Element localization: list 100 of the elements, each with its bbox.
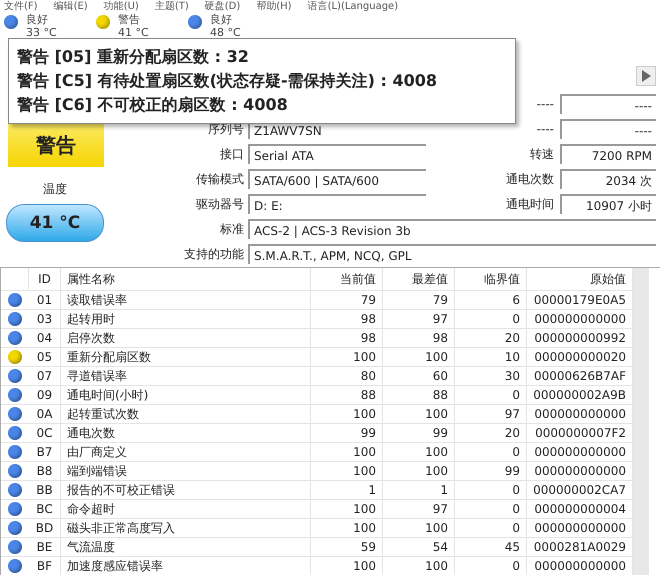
table-cell: 磁头非正常高度写入 [61, 519, 311, 537]
field-value: Z1AWV7SN [248, 119, 426, 139]
table-cell: 100 [383, 348, 455, 366]
table-cell: 30 [455, 367, 527, 385]
field-label: 转速 [529, 146, 555, 162]
table-cell: 07 [29, 367, 61, 385]
table-cell: 79 [311, 291, 383, 309]
table-cell: 100 [311, 500, 383, 518]
table-cell: 启停次数 [61, 329, 311, 347]
table-cell: 1 [383, 481, 455, 499]
table-cell: 起转用时 [61, 310, 311, 328]
field-label: ---- [536, 97, 555, 111]
next-button[interactable] [636, 66, 656, 86]
field-label: ---- [536, 122, 555, 136]
table-cell: 0C [29, 424, 61, 442]
field-value: D: E: [248, 194, 426, 214]
drive-tab[interactable]: 警告 41 °C [96, 13, 166, 41]
drive-status: 良好 [210, 13, 233, 26]
table-cell: 100 [383, 557, 455, 575]
table-cell: BB [29, 481, 61, 499]
field-label: 接口 [219, 146, 245, 162]
table-cell: B7 [29, 443, 61, 461]
temperature-label: 温度 [43, 181, 67, 198]
column-header[interactable]: 属性名称 [61, 268, 311, 290]
table-cell: BE [29, 538, 61, 556]
menu-item[interactable]: 主题(T) [154, 0, 189, 13]
table-cell: 05 [29, 348, 61, 366]
table-cell: 97 [383, 500, 455, 518]
table-cell: 100 [311, 405, 383, 423]
menu-item[interactable]: 帮助(H) [256, 0, 292, 13]
table-cell: 0 [455, 500, 527, 518]
table-cell: 端到端错误 [61, 462, 311, 480]
field-label: 标准 [219, 220, 245, 238]
field-label: 通电时间 [505, 196, 555, 212]
field-value: 10907 小时 [560, 194, 656, 214]
table-cell: 1 [311, 481, 383, 499]
table-cell: 100 [311, 519, 383, 537]
drive-status: 良好 [26, 13, 49, 26]
field-value: 7200 RPM [560, 144, 656, 164]
drive-tab[interactable]: 良好 48 °C [188, 13, 258, 41]
tooltip-line: 警告 [05] 重新分配扇区数 : 32 [17, 46, 250, 68]
drive-status: 警告 [118, 13, 141, 26]
field-value: SATA/600 | SATA/600 [248, 169, 426, 189]
temperature-badge: 41 °C [6, 204, 104, 242]
table-cell: 命令超时 [61, 500, 311, 518]
table-cell: 97 [455, 405, 527, 423]
table-cell: 100 [311, 348, 383, 366]
column-header[interactable]: 临界值 [455, 268, 527, 290]
table-cell: 10 [455, 348, 527, 366]
table-cell: 98 [311, 310, 383, 328]
table-cell: 起转重试次数 [61, 405, 311, 423]
column-header[interactable]: 最差值 [383, 268, 455, 290]
field-value: ACS-2 | ACS-3 Revision 3b [248, 219, 656, 239]
table-cell: 99 [455, 462, 527, 480]
table-cell: 79 [383, 291, 455, 309]
table-cell: 98 [311, 329, 383, 347]
table-cell: 98 [383, 329, 455, 347]
menu-item[interactable]: 文件(F) [4, 0, 38, 13]
table-cell: 03 [29, 310, 61, 328]
drive-tab[interactable]: 良好 33 °C [4, 13, 74, 41]
field-value: ---- [560, 94, 656, 114]
table-cell: 54 [383, 538, 455, 556]
table-cell: 100 [311, 443, 383, 461]
table-cell: 99 [311, 424, 383, 442]
field-label: 通电次数 [505, 170, 555, 188]
drive-temperature: 48 °C [210, 26, 241, 39]
menu-item[interactable]: 语言(L)(Language) [308, 0, 398, 13]
field-label: 传输模式 [195, 170, 245, 188]
table-cell: 04 [29, 329, 61, 347]
field-label: 支持的功能 [183, 246, 245, 262]
play-icon [641, 70, 651, 82]
scrollbar[interactable] [633, 268, 649, 575]
table-cell: BD [29, 519, 61, 537]
field-value: 2034 次 [560, 169, 656, 189]
table-cell: 88 [383, 386, 455, 404]
drive-temperature: 41 °C [118, 26, 149, 39]
drive-temperature: 33 °C [26, 26, 57, 39]
table-cell: 45 [455, 538, 527, 556]
table-cell: 6 [455, 291, 527, 309]
menu-item[interactable]: 编辑(E) [54, 0, 88, 13]
table-cell: 0 [455, 386, 527, 404]
menu-item[interactable]: 功能(U) [104, 0, 139, 13]
table-cell: 0 [455, 443, 527, 461]
table-cell: 寻道错误率 [61, 367, 311, 385]
table-cell: B8 [29, 462, 61, 480]
table-cell: 0 [455, 519, 527, 537]
column-header[interactable]: 当前值 [311, 268, 383, 290]
table-cell: 0 [455, 557, 527, 575]
table-cell: 0A [29, 405, 61, 423]
table-cell: 20 [455, 424, 527, 442]
column-header[interactable]: ID [29, 268, 61, 290]
menu-item[interactable]: 硬盘(D) [204, 0, 240, 13]
table-cell: 重新分配扇区数 [61, 348, 311, 366]
table-cell: 97 [383, 310, 455, 328]
tooltip-line: 警告 [C5] 有待处置扇区数(状态存疑-需保持关注) : 4008 [17, 70, 438, 92]
table-cell: BC [29, 500, 61, 518]
table-cell: 80 [311, 367, 383, 385]
field-value: Serial ATA [248, 144, 426, 164]
table-cell: 加速度感应错误率 [61, 557, 311, 575]
table-cell: 100 [383, 462, 455, 480]
